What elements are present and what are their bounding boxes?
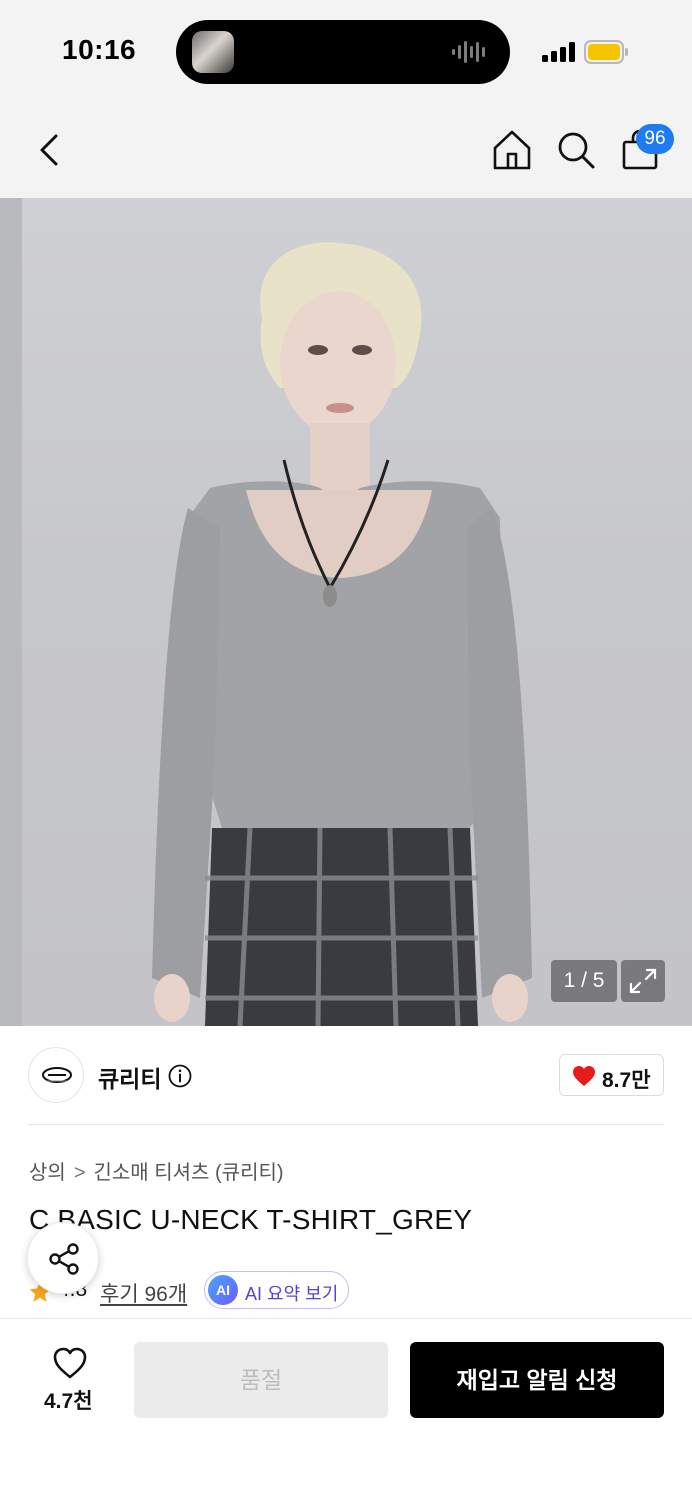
divider xyxy=(28,1124,664,1125)
wish-count: 4.7천 xyxy=(44,1390,93,1413)
brand-logo-icon xyxy=(42,1067,72,1083)
ai-summary-label: AI 요약 보기 xyxy=(245,1284,339,1304)
heart-icon xyxy=(573,1066,595,1086)
ai-badge-icon: AI xyxy=(208,1275,238,1305)
back-chevron-icon[interactable] xyxy=(30,130,70,170)
audio-wave-icon xyxy=(452,41,485,63)
breadcrumb-chevron-icon: > xyxy=(73,1162,86,1184)
soldout-button: 품절 xyxy=(134,1342,388,1418)
product-title: C BASIC U-NECK T-SHIRT_GREY xyxy=(29,1204,473,1235)
dynamic-island[interactable] xyxy=(176,20,510,84)
reviews-link[interactable]: 후기 96개 xyxy=(100,1278,187,1308)
brand-name[interactable]: 큐리티 xyxy=(98,1060,161,1094)
product-image[interactable] xyxy=(0,198,692,1026)
restock-alert-button[interactable]: 재입고 알림 신청 xyxy=(410,1342,664,1418)
model-photo xyxy=(0,198,532,1026)
ai-summary-button[interactable]: AI AI 요약 보기 xyxy=(204,1271,349,1309)
breadcrumb: 상의 > 긴소매 티셔츠 (큐리티) xyxy=(29,1156,284,1185)
expand-icon xyxy=(629,968,657,994)
share-button[interactable] xyxy=(27,1222,99,1294)
search-icon[interactable] xyxy=(554,128,598,172)
image-counter: 1 / 5 xyxy=(551,960,617,1002)
top-navigation xyxy=(0,100,692,198)
breadcrumb-subcategory[interactable]: 긴소매 티셔츠 (큐리티) xyxy=(94,1162,284,1184)
cellular-signal-icon xyxy=(542,42,575,62)
now-playing-artwork xyxy=(192,31,234,73)
wish-heart-icon[interactable] xyxy=(52,1346,88,1380)
brand-like-button[interactable]: 8.7만 xyxy=(559,1054,664,1096)
status-time: 10:16 xyxy=(62,34,137,65)
expand-image-button[interactable] xyxy=(621,960,665,1002)
breadcrumb-category[interactable]: 상의 xyxy=(29,1162,66,1184)
brand-like-count: 8.7만 xyxy=(602,1069,651,1092)
status-bar: 10:16 xyxy=(0,0,692,100)
battery-icon xyxy=(584,40,628,64)
cart-count-badge: 96 xyxy=(636,124,674,154)
home-icon[interactable] xyxy=(490,128,534,172)
brand-logo[interactable] xyxy=(28,1047,84,1103)
share-icon xyxy=(49,1243,79,1275)
info-icon[interactable] xyxy=(168,1064,192,1088)
